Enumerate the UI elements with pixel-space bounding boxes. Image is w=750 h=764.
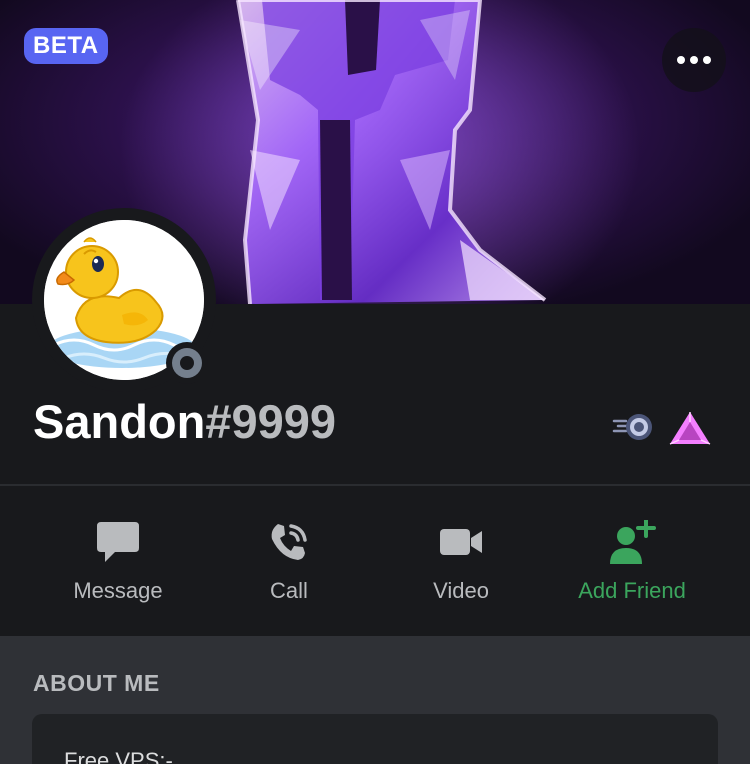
message-button[interactable]: Message <box>32 486 204 636</box>
add-friend-label: Add Friend <box>578 578 686 603</box>
phone-call-icon <box>269 520 309 564</box>
nitro-badge-icon[interactable] <box>612 412 654 447</box>
about-me-heading: ABOUT ME <box>33 670 160 696</box>
more-options-button[interactable] <box>662 28 726 92</box>
offline-status-icon <box>172 348 202 378</box>
video-button[interactable]: Video <box>375 486 547 636</box>
user-profile-sheet: BETA Sandon#9999 Message Call Video Add … <box>0 0 750 764</box>
video-label: Video <box>433 578 489 603</box>
beta-badge: BETA <box>24 28 108 64</box>
chat-bubble-icon <box>97 520 139 564</box>
video-camera-icon <box>440 520 482 564</box>
action-row: Message Call Video Add Friend <box>0 486 750 636</box>
about-me-text: Free VPS:- <box>64 748 173 764</box>
call-label: Call <box>270 578 308 603</box>
add-friend-button[interactable]: Add Friend <box>546 486 718 636</box>
message-label: Message <box>73 578 163 603</box>
status-indicator <box>166 342 208 384</box>
call-button[interactable]: Call <box>203 486 375 636</box>
more-horizontal-icon <box>677 56 685 64</box>
username-discriminator: #9999 <box>205 395 337 448</box>
username: Sandon#9999 <box>33 394 336 450</box>
add-friend-icon <box>608 520 656 564</box>
username-name: Sandon <box>33 395 206 448</box>
server-boost-badge-icon[interactable] <box>668 410 712 451</box>
